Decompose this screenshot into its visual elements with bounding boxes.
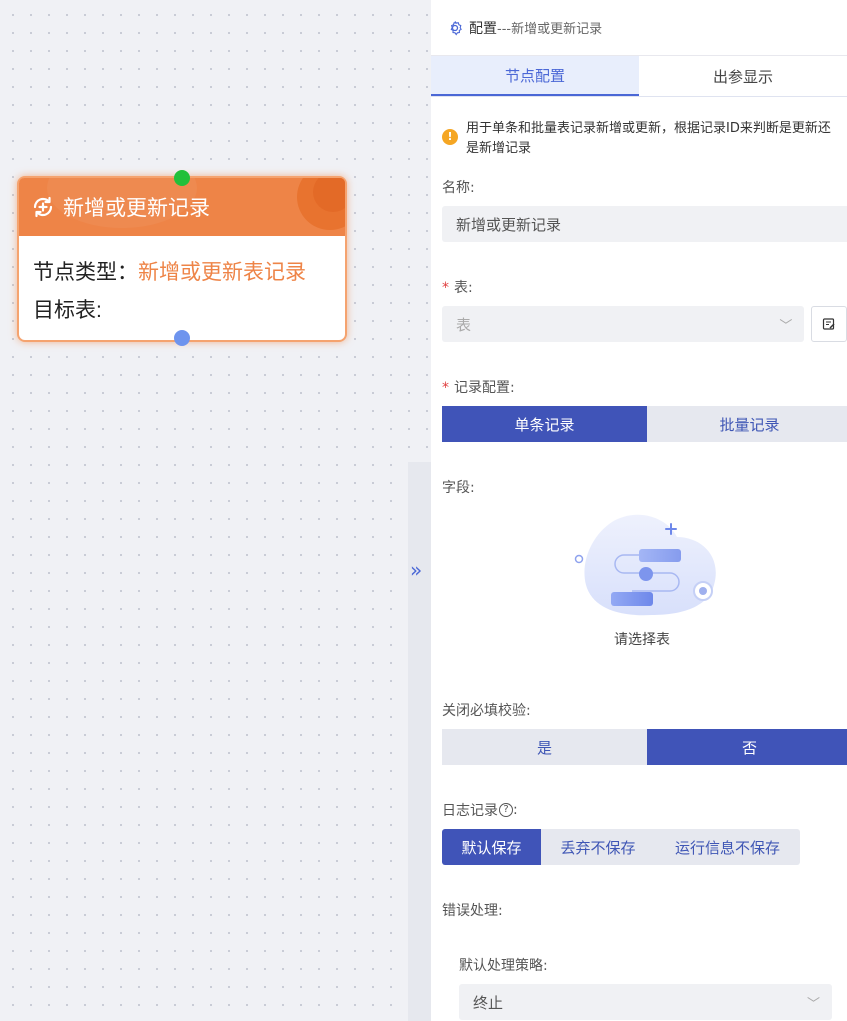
name-label: 名称: [442,180,475,196]
record-config-label: 记录配置: [454,380,515,396]
strategy-value: 终止 [473,993,504,1012]
panel-collapse-bar[interactable]: » [408,462,431,1021]
flow-node-upsert-record[interactable]: 新增或更新记录 节点类型：新增或更新表记录 目标表: [19,170,345,346]
flow-canvas[interactable]: 新增或更新记录 节点类型：新增或更新表记录 目标表: » [0,0,431,1021]
upsert-icon [33,196,53,218]
strategy-label: 默认处理策略: [459,958,548,974]
node-input-handle[interactable] [174,170,190,186]
node-type-value: 新增或更新表记录 [138,261,306,284]
error-label: 错误处理: [442,903,503,919]
close-required-label: 关闭必填校验: [442,703,531,719]
empty-text: 请选择表 [614,632,670,648]
notice-line-2: 是新增记录 [466,141,532,156]
panel-tabs: 节点配置 出参显示 [431,56,847,97]
single-record-option[interactable]: 单条记录 [442,406,647,442]
node-type-row: 节点类型：新增或更新表记录 [33,254,331,292]
record-config-label-row: * 记录配置: [442,380,515,396]
log-default-save[interactable]: 默认保存 [442,829,541,865]
close-required-yes[interactable]: 是 [442,729,647,765]
warning-icon: ! [442,129,458,145]
notice-line-1: 用于单条和批量表记录新增或更新，根据记录ID来判断是更新还 [466,121,831,136]
node-target-row: 目标表: [33,292,331,330]
log-runtime-discard[interactable]: 运行信息不保存 [655,829,800,865]
panel-title-main: 配置 [469,20,497,37]
table-select[interactable]: 表 ﹀ [442,306,805,342]
node-output-handle[interactable] [174,330,190,346]
batch-record-option[interactable]: 批量记录 [647,406,847,442]
node-type-label: 节点类型： [33,261,138,284]
log-label-row: 日志记录 ? : [442,802,518,819]
double-chevron-right-icon[interactable]: » [410,558,422,582]
close-required-no[interactable]: 否 [647,729,847,765]
record-config-toggle: 单条记录 批量记录 [442,406,847,442]
fields-empty-state: 请选择表 [442,497,847,662]
strategy-select[interactable]: 终止 ﹀ [459,984,832,1020]
empty-illustration [574,514,716,616]
edit-table-button[interactable] [811,306,847,342]
chevron-down-icon: ﹀ [779,319,793,334]
log-label: 日志记录 [442,803,498,819]
log-discard[interactable]: 丢弃不保存 [541,829,655,865]
tab-node-config[interactable]: 节点配置 [431,56,639,96]
table-select-placeholder: 表 [456,315,472,334]
log-toggle: 默认保存 丢弃不保存 运行信息不保存 [442,829,800,865]
table-label-row: * 表: [442,280,473,296]
node-target-label: 目标表: [33,299,102,322]
name-input[interactable]: 新增或更新记录 [442,206,847,242]
chevron-down-icon: ﹀ [806,997,820,1012]
panel-title-sub: ---新增或更新记录 [497,22,603,37]
panel-title: 配置 ---新增或更新记录 [431,0,847,56]
node-title: 新增或更新记录 [63,197,210,220]
fields-label: 字段: [442,480,475,496]
table-label: 表: [454,280,473,296]
gear-icon [450,20,462,35]
tab-output-params[interactable]: 出参显示 [639,56,847,96]
close-required-toggle: 是 否 [442,729,847,765]
node-body: 节点类型：新增或更新表记录 目标表: [19,236,345,330]
edit-icon [823,318,835,330]
help-icon[interactable]: ? [499,803,513,817]
info-notice: ! 用于单条和批量表记录新增或更新，根据记录ID来判断是更新还 是新增记录 [442,117,847,159]
node-header: 新增或更新记录 [19,178,345,236]
config-panel: 配置 ---新增或更新记录 节点配置 出参显示 ! 用于单条和批量表记录新增或更新… [431,0,847,1021]
